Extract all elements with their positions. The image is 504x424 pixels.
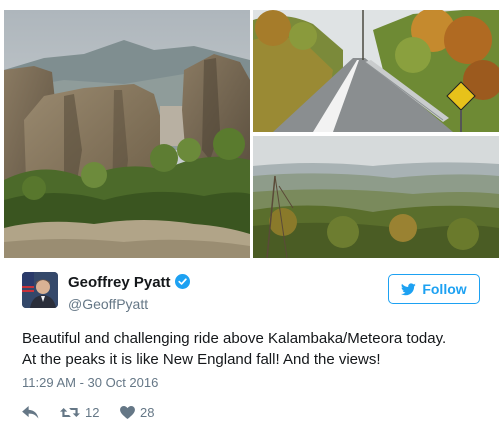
retweet-icon bbox=[60, 407, 80, 417]
retweet-count: 12 bbox=[85, 404, 100, 420]
reply-button[interactable] bbox=[22, 405, 58, 419]
photo-valley-view[interactable] bbox=[253, 136, 499, 258]
tweet-author: Geoffrey Pyatt @GeoffPyatt Follow bbox=[22, 272, 492, 316]
tweet-text-line: At the peaks it is like New England fall… bbox=[22, 351, 381, 368]
tweet-timestamp[interactable]: 11:29 AM - 30 Oct 2016 bbox=[22, 375, 158, 390]
tweet-actions: 12 28 bbox=[22, 402, 154, 422]
photo-meteora-rocks[interactable] bbox=[4, 10, 250, 258]
photo-autumn-road[interactable] bbox=[253, 10, 499, 132]
retweet-button[interactable]: 12 bbox=[60, 405, 116, 420]
verified-badge-icon bbox=[174, 274, 190, 289]
author-name[interactable]: Geoffrey Pyatt bbox=[68, 274, 190, 291]
twitter-bird-icon bbox=[401, 282, 417, 295]
follow-label: Follow bbox=[422, 281, 467, 297]
tweet-text-line: Beautiful and challenging ride above Kal… bbox=[22, 330, 447, 347]
follow-button[interactable]: Follow bbox=[388, 274, 480, 304]
avatar[interactable] bbox=[22, 272, 58, 308]
heart-icon bbox=[120, 405, 135, 419]
tweet-media-grid bbox=[0, 0, 504, 260]
tweet-text: Beautiful and challenging ride above Kal… bbox=[22, 328, 492, 370]
like-count: 28 bbox=[140, 404, 155, 420]
like-button[interactable]: 28 bbox=[120, 405, 154, 420]
reply-icon bbox=[22, 405, 39, 419]
author-handle[interactable]: @GeoffPyatt bbox=[68, 296, 148, 312]
author-name-text: Geoffrey Pyatt bbox=[68, 274, 171, 291]
